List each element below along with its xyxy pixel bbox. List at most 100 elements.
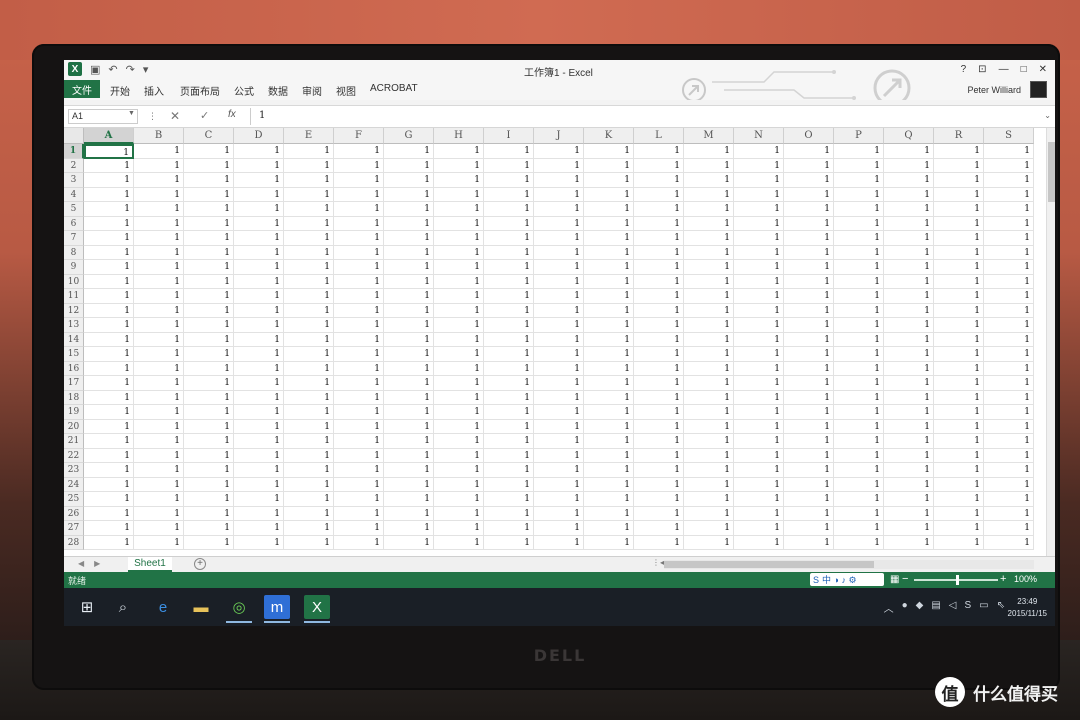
grid-cell[interactable]: 1 [684, 347, 734, 362]
grid-cell[interactable]: 1 [884, 245, 934, 260]
grid-cell[interactable]: 1 [784, 361, 834, 376]
grid-cell[interactable]: 1 [534, 245, 584, 260]
grid-cell[interactable]: 1 [534, 434, 584, 449]
search-icon[interactable]: ⌕ [110, 595, 136, 619]
grid-cell[interactable]: 1 [934, 405, 984, 420]
grid-cell[interactable]: 1 [484, 144, 534, 159]
grid-cell[interactable]: 1 [234, 158, 284, 173]
grid-cell[interactable]: 1 [484, 332, 534, 347]
formula-bar-grip-icon[interactable]: ⋮ [148, 111, 157, 122]
grid-cell[interactable]: 1 [184, 405, 234, 420]
wechat-tray-icon[interactable]: ● [902, 600, 908, 615]
grid-cell[interactable]: 1 [584, 245, 634, 260]
grid-cell[interactable]: 1 [484, 158, 534, 173]
grid-cell[interactable]: 1 [634, 260, 684, 275]
grid-cell[interactable]: 1 [184, 535, 234, 550]
grid-cell[interactable]: 1 [734, 448, 784, 463]
grid-cell[interactable]: 1 [334, 347, 384, 362]
grid-cell[interactable]: 1 [234, 463, 284, 478]
grid-cell[interactable]: 1 [884, 158, 934, 173]
grid-cell[interactable]: 1 [734, 144, 784, 159]
grid-cell[interactable]: 1 [484, 260, 534, 275]
grid-cell[interactable]: 1 [734, 347, 784, 362]
grid-cell[interactable]: 1 [884, 231, 934, 246]
grid-cell[interactable]: 1 [884, 187, 934, 202]
customize-qat-button[interactable]: ▾ [143, 63, 149, 76]
grid-cell[interactable]: 1 [184, 492, 234, 507]
select-all-corner[interactable] [64, 128, 84, 144]
column-header-r[interactable]: R [934, 128, 984, 144]
grid-cell[interactable]: 1 [434, 521, 484, 536]
grid-cell[interactable]: 1 [784, 347, 834, 362]
grid-cell[interactable]: 1 [684, 419, 734, 434]
grid-cell[interactable]: 1 [434, 303, 484, 318]
grid-cell[interactable]: 1 [84, 318, 134, 333]
grid-cell[interactable]: 1 [684, 274, 734, 289]
tab-review[interactable]: 审阅 [302, 83, 322, 98]
grid-cell[interactable]: 1 [584, 448, 634, 463]
grid-cell[interactable]: 1 [184, 187, 234, 202]
grid-cell[interactable]: 1 [484, 231, 534, 246]
wechat-icon[interactable]: ◎ [226, 595, 252, 623]
grid-cell[interactable]: 1 [134, 289, 184, 304]
grid-cell[interactable]: 1 [484, 361, 534, 376]
grid-cell[interactable]: 1 [534, 318, 584, 333]
grid-cell[interactable]: 1 [434, 376, 484, 391]
grid-cell[interactable]: 1 [984, 187, 1034, 202]
grid-cell[interactable]: 1 [584, 332, 634, 347]
column-header-h[interactable]: H [434, 128, 484, 144]
grid-cell[interactable]: 1 [334, 289, 384, 304]
grid-cell[interactable]: 1 [184, 477, 234, 492]
row-header-27[interactable]: 27 [64, 521, 84, 536]
grid-cell[interactable]: 1 [84, 216, 134, 231]
grid-cell[interactable]: 1 [84, 390, 134, 405]
grid-cell[interactable]: 1 [584, 390, 634, 405]
grid-cell[interactable]: 1 [134, 419, 184, 434]
grid-cell[interactable]: 1 [734, 332, 784, 347]
grid-cell[interactable]: 1 [884, 492, 934, 507]
grid-cell[interactable]: 1 [884, 463, 934, 478]
grid-cell[interactable]: 1 [434, 260, 484, 275]
grid-cell[interactable]: 1 [484, 216, 534, 231]
grid-cell[interactable]: 1 [184, 390, 234, 405]
grid-cell[interactable]: 1 [834, 521, 884, 536]
grid-cell[interactable]: 1 [134, 521, 184, 536]
row-header-3[interactable]: 3 [64, 173, 84, 188]
row-header-24[interactable]: 24 [64, 477, 84, 492]
grid-cell[interactable]: 1 [134, 274, 184, 289]
grid-cell[interactable]: 1 [434, 405, 484, 420]
grid-cell[interactable]: 1 [884, 332, 934, 347]
grid-cell[interactable]: 1 [484, 187, 534, 202]
row-header-21[interactable]: 21 [64, 434, 84, 449]
grid-cell[interactable]: 1 [634, 419, 684, 434]
grid-cell[interactable]: 1 [634, 187, 684, 202]
grid-cell[interactable]: 1 [234, 332, 284, 347]
undo-button[interactable]: ↶ [108, 63, 117, 76]
grid-cell[interactable]: 1 [734, 477, 784, 492]
grid-cell[interactable]: 1 [284, 405, 334, 420]
insert-function-button[interactable]: fx [228, 109, 236, 120]
grid-cell[interactable]: 1 [534, 390, 584, 405]
grid-cell[interactable]: 1 [784, 405, 834, 420]
column-header-a[interactable]: A [84, 128, 134, 144]
grid-cell[interactable]: 1 [384, 521, 434, 536]
grid-cell[interactable]: 1 [184, 260, 234, 275]
grid-cell[interactable]: 1 [134, 144, 184, 159]
grid-cell[interactable]: 1 [484, 347, 534, 362]
grid-cell[interactable]: 1 [584, 260, 634, 275]
grid-cell[interactable]: 1 [834, 245, 884, 260]
row-header-8[interactable]: 8 [64, 245, 84, 260]
grid-cell[interactable]: 1 [434, 477, 484, 492]
grid-cell[interactable]: 1 [934, 361, 984, 376]
grid-cell[interactable]: 1 [884, 274, 934, 289]
maximize-button[interactable]: □ [1021, 64, 1027, 75]
grid-cell[interactable]: 1 [384, 535, 434, 550]
grid-cell[interactable]: 1 [784, 303, 834, 318]
grid-cell[interactable]: 1 [284, 390, 334, 405]
grid-cell[interactable]: 1 [884, 318, 934, 333]
grid-cell[interactable]: 1 [584, 274, 634, 289]
grid-cell[interactable]: 1 [584, 303, 634, 318]
grid-cell[interactable]: 1 [284, 434, 334, 449]
grid-cell[interactable]: 1 [84, 376, 134, 391]
row-header-28[interactable]: 28 [64, 535, 84, 550]
